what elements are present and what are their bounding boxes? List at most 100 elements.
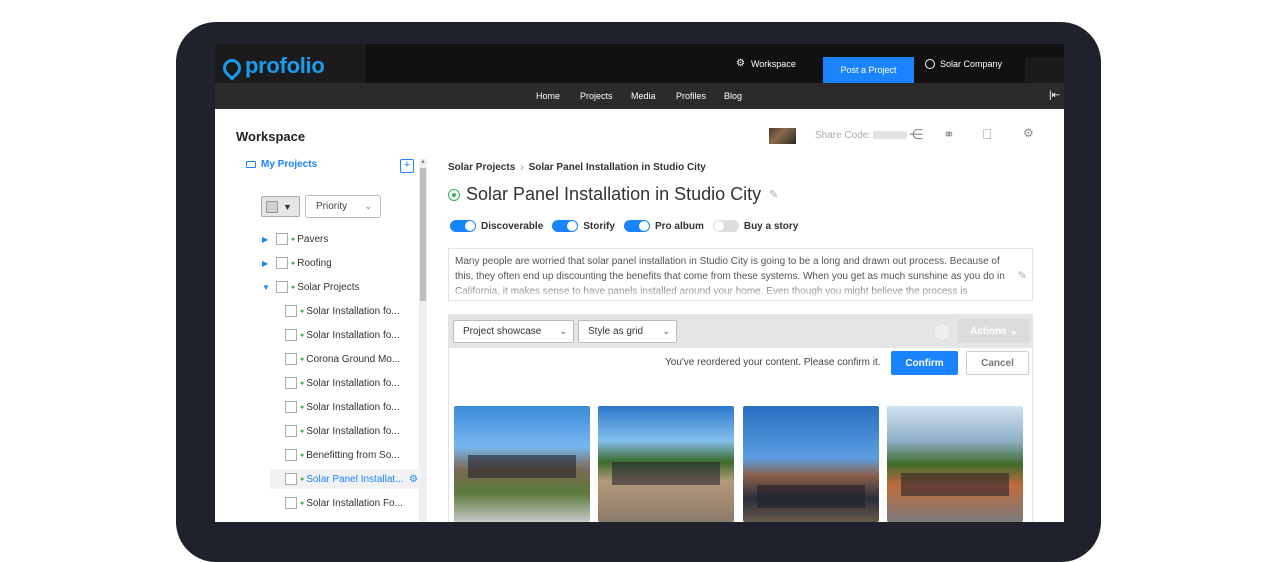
edit-description-icon[interactable]: ✎: [1018, 269, 1027, 284]
nav-home[interactable]: Home: [536, 83, 560, 109]
select-all-checkbox[interactable]: [266, 200, 278, 213]
media-photo[interactable]: [598, 406, 734, 522]
tree-item[interactable]: ▼ ● Solar Projects: [215, 277, 415, 297]
tree-item-checkbox[interactable]: [276, 281, 288, 293]
workspace-link[interactable]: ⚙ Workspace: [736, 44, 796, 83]
expand-down-icon[interactable]: ▼: [262, 283, 270, 292]
style-select[interactable]: Style as grid ⌄: [578, 320, 677, 343]
add-project-button[interactable]: +: [400, 159, 414, 173]
tree-item[interactable]: ● Solar Installation fo...: [215, 397, 415, 417]
visibility-icon: [448, 188, 460, 201]
visibility-dot-icon: ●: [300, 499, 305, 507]
item-settings-icon[interactable]: ⚙: [409, 474, 418, 485]
logo-text: profolio: [245, 52, 325, 78]
expand-right-icon[interactable]: ▶: [262, 259, 268, 268]
my-projects-link[interactable]: My Projects: [246, 159, 317, 170]
media-photo[interactable]: [743, 406, 879, 522]
tree-item-checkbox[interactable]: [285, 473, 297, 485]
page-title: Workspace: [236, 129, 306, 144]
tree-item-label: ● Solar Installation fo...: [300, 426, 400, 437]
tree-item-text: Solar Installation Fo...: [306, 497, 403, 509]
tree-item[interactable]: ● Solar Installation fo...: [215, 373, 415, 393]
sort-select[interactable]: Priority ⌄: [305, 195, 381, 218]
collapse-icon[interactable]: |⇤: [1049, 90, 1060, 101]
confirm-button[interactable]: Confirm: [891, 351, 958, 375]
visibility-dot-icon: ●: [300, 451, 305, 459]
cancel-button[interactable]: Cancel: [966, 351, 1029, 375]
tree-item[interactable]: ● Solar Installation fo...: [215, 325, 415, 345]
share-icon[interactable]: ⋲: [909, 126, 923, 143]
toggle-buy-a-story[interactable]: Buy a story: [712, 220, 798, 232]
user-menu[interactable]: Solar Company: [925, 44, 1002, 83]
toggle-discoverable[interactable]: Discoverable: [450, 220, 543, 232]
tree-item-label: ● Pavers: [291, 234, 328, 245]
breadcrumb: Solar Projects › Solar Panel Installation …: [448, 162, 706, 173]
tree-item-checkbox[interactable]: [285, 353, 297, 365]
toggle-switch[interactable]: [712, 220, 739, 232]
project-thumbnail[interactable]: [769, 128, 796, 144]
gear-icon: ⚙: [736, 58, 745, 69]
media-photo[interactable]: [887, 406, 1023, 522]
tree-item[interactable]: ● Corona Ground Mo...: [215, 349, 415, 369]
user-name: Solar Company: [940, 58, 1003, 69]
nav-projects[interactable]: Projects: [580, 83, 613, 109]
post-project-button[interactable]: Post a Project: [823, 57, 914, 83]
tree-item[interactable]: ▶ ● Pavers: [215, 229, 415, 249]
logo[interactable]: profolio: [215, 44, 366, 87]
nav-blog[interactable]: Blog: [724, 83, 742, 109]
visibility-dot-icon: ●: [291, 283, 296, 291]
nav-profiles[interactable]: Profiles: [676, 83, 706, 109]
content-toolbar: Project showcase ⌄ Style as grid ⌄ Actio…: [448, 314, 1033, 348]
tree-item[interactable]: ● Solar Installation fo...: [215, 421, 415, 441]
tree-item-label: ● Solar Installation Fo...: [300, 498, 403, 509]
tree-item-checkbox[interactable]: [285, 425, 297, 437]
tree-item-label: ● Solar Installation fo...: [300, 378, 400, 389]
toggle-storify[interactable]: Storify: [552, 220, 615, 232]
photo-detail: [611, 461, 721, 485]
toggle-label: Discoverable: [481, 220, 544, 232]
binoculars-icon[interactable]: ⚭: [943, 126, 955, 143]
scroll-up-icon[interactable]: ▲: [420, 159, 426, 167]
scrollbar-thumb[interactable]: [420, 168, 426, 301]
tree-item-checkbox[interactable]: [285, 449, 297, 461]
breadcrumb-parent[interactable]: Solar Projects: [448, 162, 515, 173]
tree-item-text: Solar Projects: [297, 281, 360, 293]
style-select-value: Style as grid: [588, 326, 644, 337]
app-screen: profolio ⚙ Workspace Post a Project Sola…: [215, 44, 1064, 522]
media-photo[interactable]: [454, 406, 590, 522]
tree-item-checkbox[interactable]: [276, 257, 288, 269]
toggle-switch[interactable]: [450, 220, 476, 232]
project-title: Solar Panel Installation in Studio City …: [448, 184, 778, 205]
photo-detail: [467, 454, 577, 478]
folder-icon: [246, 161, 256, 168]
expand-right-icon[interactable]: ▶: [262, 235, 268, 244]
toggle-switch[interactable]: [623, 220, 650, 232]
tree-item-checkbox[interactable]: [285, 329, 297, 341]
breadcrumb-separator: ›: [520, 162, 524, 173]
settings-icon[interactable]: ⚙: [1023, 126, 1034, 140]
book-icon[interactable]: ⎕: [983, 126, 991, 143]
nav-media[interactable]: Media: [631, 83, 656, 109]
toggle-pro-album[interactable]: Pro album: [623, 220, 704, 232]
tree-item[interactable]: ▶ ● Roofing: [215, 253, 415, 273]
project-description[interactable]: Many people are worried that solar panel…: [448, 248, 1033, 301]
actions-button[interactable]: Actions ⌄: [958, 319, 1030, 343]
view-select-value: Project showcase: [463, 326, 542, 337]
tree-item-checkbox[interactable]: [276, 233, 288, 245]
tree-item[interactable]: ● Solar Panel Installat... ⚙: [270, 469, 420, 489]
select-all-toggle[interactable]: [933, 323, 951, 341]
chevron-down-icon: ⌄: [364, 201, 372, 211]
visibility-dot-icon: ●: [291, 235, 296, 243]
tree-item[interactable]: ● Benefitting from So...: [215, 445, 415, 465]
view-select[interactable]: Project showcase ⌄: [453, 320, 574, 343]
tree-item-checkbox[interactable]: [285, 497, 297, 509]
tree-item-checkbox[interactable]: [285, 377, 297, 389]
edit-title-icon[interactable]: ✎: [769, 188, 778, 201]
tree-item[interactable]: ● Solar Installation Fo...: [215, 493, 415, 513]
tree-item-checkbox[interactable]: [285, 305, 297, 317]
toggle-switch[interactable]: [552, 220, 579, 232]
tree-item[interactable]: ● Solar Installation fo...: [215, 301, 415, 321]
visibility-dot-icon: ●: [300, 379, 305, 387]
bulk-select-dropdown[interactable]: ▼: [261, 196, 300, 217]
tree-item-checkbox[interactable]: [285, 401, 297, 413]
